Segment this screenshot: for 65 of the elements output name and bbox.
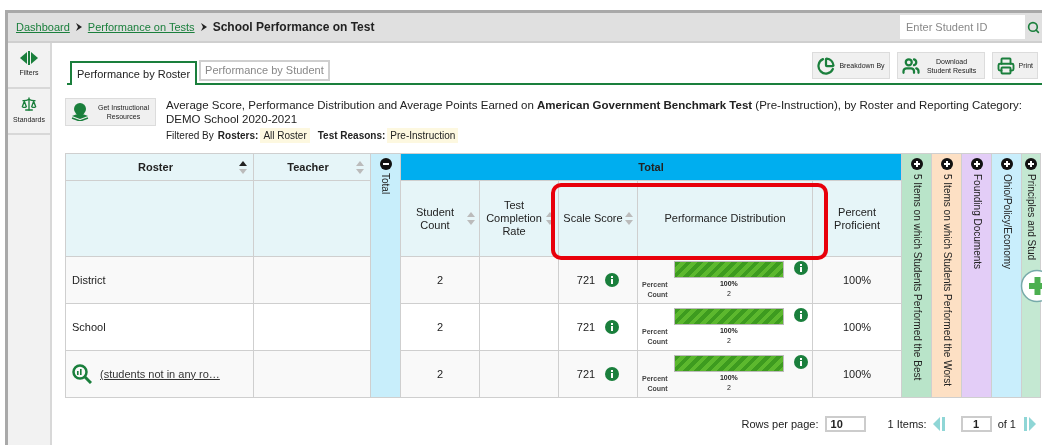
percent-proficient-cell: 100% — [842, 367, 872, 380]
column-header[interactable]: Student Count — [400, 180, 480, 257]
group-header: Total — [400, 153, 902, 181]
items-count: 1 Items: — [887, 417, 927, 432]
category-column[interactable]: 5 Items on which Students Performed the Best — [901, 153, 932, 398]
expand-icon[interactable] — [910, 158, 923, 170]
info-icon[interactable] — [794, 308, 808, 322]
category-column[interactable]: Ohio/Policy/Economy — [991, 153, 1022, 398]
apple-on-books-icon — [70, 103, 90, 121]
filter-value: Pre-Instruction — [387, 128, 459, 143]
student-count-cell: 2 — [436, 367, 444, 380]
scale-icon — [21, 96, 37, 113]
category-column[interactable]: 5 Items on which Students Performed the Worst — [931, 153, 962, 398]
breadcrumb-link[interactable]: Performance on Tests — [87, 18, 195, 36]
pie-chart-icon — [817, 56, 836, 75]
expand-icon[interactable] — [940, 158, 953, 170]
column-header: Performance Distribution — [637, 180, 813, 257]
chevron-icon — [75, 23, 82, 31]
column-header[interactable]: Teacher — [253, 153, 371, 181]
percent-proficient-cell: 100% — [842, 273, 872, 286]
info-icon[interactable] — [605, 273, 620, 287]
print-icon — [996, 56, 1015, 75]
expand-icon[interactable] — [970, 158, 983, 170]
search-icon[interactable] — [1027, 20, 1040, 34]
total-collapse-column[interactable]: Total — [370, 153, 401, 398]
info-icon[interactable] — [605, 367, 620, 381]
magnifier-chart-icon[interactable] — [72, 364, 92, 384]
collapse-icon[interactable] — [379, 158, 392, 170]
add-icon[interactable] — [1020, 269, 1042, 303]
filter-label: Test Reasons: — [317, 129, 386, 143]
scale-score-cell-text: 721 — [576, 272, 596, 288]
student-id-field[interactable]: Enter Student ID — [900, 15, 1025, 39]
info-icon[interactable] — [794, 261, 808, 275]
filter-label: Rosters: — [217, 129, 259, 143]
users-icon — [901, 56, 920, 75]
roster-cell: School — [72, 320, 106, 333]
chevron-icon — [200, 23, 207, 31]
column-header[interactable]: Roster — [65, 153, 254, 181]
sort-icon[interactable] — [239, 160, 247, 174]
filter-value: All Roster — [260, 128, 310, 143]
breadcrumb-link[interactable]: Dashboard — [16, 18, 70, 36]
filter-prefix: Filtered By — [166, 129, 214, 143]
student-count-cell: 2 — [436, 320, 444, 333]
breadcrumb-current: School Performance on Test — [212, 19, 375, 36]
column-header[interactable]: Scale Score — [558, 180, 638, 257]
scale-score-cell-text: 721 — [576, 319, 596, 335]
column-header: Percent Proficient — [812, 180, 902, 257]
tab[interactable]: Performance by Roster — [70, 61, 198, 85]
percent-proficient-cell: 100% — [842, 320, 872, 333]
roster-cell: District — [72, 273, 106, 286]
page-field[interactable]: 1 — [960, 416, 992, 433]
scale-score-cell-text: 721 — [576, 366, 596, 382]
info-icon[interactable] — [605, 320, 620, 334]
category-column[interactable]: Founding Documents — [961, 153, 992, 398]
info-icon[interactable] — [794, 355, 808, 369]
expand-icon[interactable] — [1000, 158, 1013, 170]
rows-per-page-label: Rows per page: — [741, 417, 819, 432]
filters-icon — [20, 51, 38, 66]
report-title: Average Score, Performance Distribution and Average Points Earned on American Government Benchmark Test (Pre-Instruction), by Roster and Reporting Category: DEMO School 2020-2021 — [166, 98, 1022, 126]
page-total: of 1 — [997, 417, 1016, 432]
expand-icon[interactable] — [1025, 158, 1038, 170]
rows-per-page-field[interactable]: 10 — [824, 416, 866, 433]
student-count-cell: 2 — [436, 273, 444, 286]
column-header[interactable]: Test Completion Rate — [479, 180, 559, 257]
tab[interactable]: Performance by Student — [199, 60, 330, 81]
